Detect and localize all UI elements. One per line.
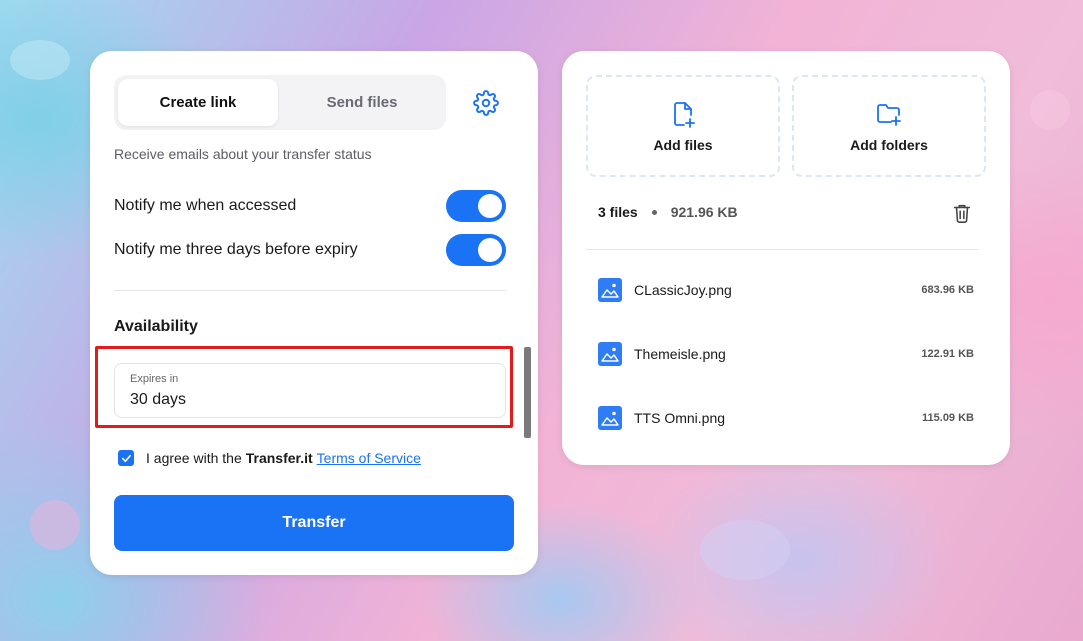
add-folders-dropzone[interactable]: Add folders (792, 75, 986, 177)
add-file-icon (674, 102, 695, 128)
notify-accessed-row: Notify me when accessed (114, 190, 506, 222)
expires-in-label: Expires in (130, 373, 179, 385)
toggle-knob (478, 238, 502, 262)
total-size: 921.96 KB (670, 204, 738, 220)
mode-tabs: Create link Send files (114, 75, 446, 130)
add-files-label: Add files (653, 137, 713, 153)
files-summary: 3 files 921.96 KB (598, 204, 738, 220)
files-panel: Add files Add folders 3 files 921.96 KB … (562, 51, 1010, 465)
divider (586, 249, 978, 250)
file-count: 3 files (598, 204, 638, 220)
tab-create-link[interactable]: Create link (118, 79, 278, 126)
file-size: 115.09 KB (922, 412, 974, 424)
notify-expiry-row: Notify me three days before expiry (114, 234, 506, 266)
background-blob (30, 500, 80, 550)
scrollbar-thumb[interactable] (524, 347, 531, 438)
gear-icon[interactable] (473, 90, 499, 116)
add-folders-label: Add folders (850, 137, 928, 153)
notify-accessed-toggle[interactable] (446, 190, 506, 222)
toggle-knob (478, 194, 502, 218)
image-file-icon (598, 342, 622, 366)
check-icon (121, 454, 131, 462)
email-notice: Receive emails about your transfer statu… (114, 146, 372, 162)
notify-expiry-label: Notify me three days before expiry (114, 241, 358, 258)
tab-send-files[interactable]: Send files (282, 79, 442, 126)
image-file-icon (598, 278, 622, 302)
separator-dot (651, 209, 657, 215)
terms-of-service-link[interactable]: Terms of Service (317, 450, 421, 466)
file-item[interactable]: TTS Omni.png 115.09 KB (598, 404, 974, 432)
expires-in-value: 30 days (130, 391, 187, 408)
file-item[interactable]: CLassicJoy.png 683.96 KB (598, 276, 974, 304)
file-size: 122.91 KB (921, 348, 974, 360)
add-files-dropzone[interactable]: Add files (586, 75, 780, 177)
background-blob (1030, 90, 1070, 130)
add-folder-icon (877, 104, 901, 126)
transfer-button[interactable]: Transfer (114, 495, 514, 551)
trash-icon[interactable] (951, 202, 973, 224)
terms-checkbox[interactable] (118, 450, 134, 466)
background-blob (700, 520, 790, 580)
notify-expiry-toggle[interactable] (446, 234, 506, 266)
terms-agreement: I agree with the Transfer.it Terms of Se… (118, 450, 421, 466)
expires-in-field[interactable]: Expires in 30 days (114, 363, 506, 418)
notify-accessed-label: Notify me when accessed (114, 197, 297, 214)
file-name: CLassicJoy.png (634, 282, 732, 298)
file-name: TTS Omni.png (634, 410, 726, 426)
file-item[interactable]: Themeisle.png 122.91 KB (598, 340, 974, 368)
file-name: Themeisle.png (634, 346, 726, 362)
divider (114, 290, 506, 291)
terms-prefix: I agree with the (146, 450, 242, 466)
terms-brand: Transfer.it (245, 450, 313, 466)
image-file-icon (598, 406, 622, 430)
background-blob (10, 40, 70, 80)
transfer-settings-panel: Create link Send files Receive emails ab… (90, 51, 538, 575)
file-size: 683.96 KB (921, 284, 974, 296)
availability-title: Availability (114, 318, 198, 335)
